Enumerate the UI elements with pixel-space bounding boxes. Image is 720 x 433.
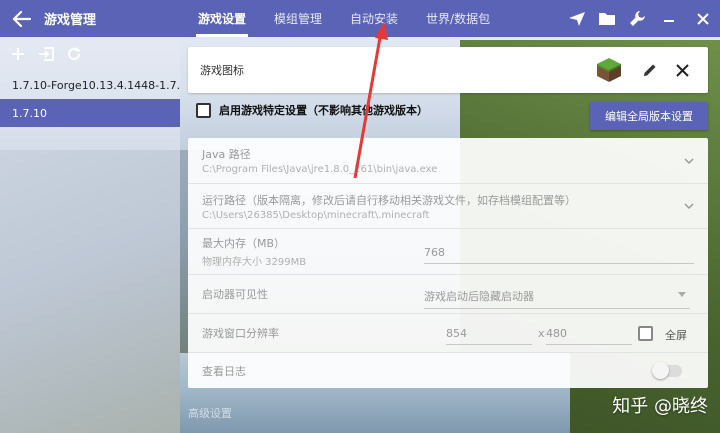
launch-button[interactable] (562, 0, 592, 37)
send-icon (569, 11, 585, 26)
open-folder-button[interactable] (592, 0, 622, 37)
max-memory-label: 最大内存（MB） (202, 237, 286, 250)
watermark: 知乎 @晓终 (612, 396, 708, 417)
run-directory-value: C:\Users\26385\Desktop\minecraft\.minecr… (202, 209, 430, 221)
sidebar-toolbar (0, 37, 180, 71)
edit-global-settings-button[interactable]: 编辑全局版本设置 (590, 102, 708, 130)
minimize-icon (664, 19, 674, 22)
grass-block-icon[interactable] (596, 57, 622, 83)
dropdown-arrow-icon (678, 292, 686, 297)
run-directory-row[interactable]: 运行路径（版本隔离，修改后请自行移动相关游戏文件，如存档模组配置等） C:\Us… (188, 184, 708, 229)
close-window-button[interactable] (686, 0, 720, 37)
run-directory-label: 运行路径（版本隔离，修改后请自行移动相关游戏文件，如存档模组配置等） (202, 193, 576, 207)
refresh-button[interactable] (62, 42, 86, 66)
max-memory-input[interactable]: 768 (424, 246, 694, 264)
chevron-down-icon (684, 203, 694, 210)
resolution-separator: x (538, 327, 545, 340)
resolution-row: 游戏窗口分辨率 854 x 480 全屏 (188, 314, 708, 353)
launcher-visibility-row: 启动器可见性 游戏启动后隐藏启动器 (188, 275, 708, 314)
java-path-label: Java 路径 (202, 148, 251, 161)
fullscreen-label: 全屏 (665, 329, 687, 342)
import-icon (39, 47, 54, 61)
resolution-width-input[interactable]: 854 (446, 327, 532, 345)
launcher-visibility-select[interactable]: 游戏启动后隐藏启动器 (424, 288, 690, 309)
sidebar-item-forge-version[interactable]: 1.7.10-Forge10.13.4.1448-1.7.10 (0, 71, 180, 99)
folder-icon (599, 13, 615, 25)
settings-panel: Java 路径 C:\Program Files\Java\jre1.8.0_2… (188, 138, 708, 388)
launcher-visibility-label: 启动器可见性 (202, 288, 268, 301)
resolution-label: 游戏窗口分辨率 (202, 327, 279, 340)
game-icon-label: 游戏图标 (200, 64, 244, 77)
close-icon (675, 63, 689, 77)
java-path-row[interactable]: Java 路径 C:\Program Files\Java\jre1.8.0_2… (188, 138, 708, 184)
app-title: 游戏管理 (44, 13, 97, 28)
add-version-button[interactable] (6, 42, 30, 66)
title-bar: 游戏管理 游戏设置 模组管理 自动安装 世界/数据包 (0, 0, 720, 37)
chevron-down-icon (684, 157, 694, 164)
tab-bar: 游戏设置 模组管理 自动安装 世界/数据包 (184, 0, 504, 37)
back-button[interactable] (0, 0, 44, 37)
minimize-button[interactable] (652, 0, 686, 37)
remove-icon-button[interactable] (668, 56, 696, 84)
version-sidebar: 1.7.10-Forge10.13.4.1448-1.7.10 1.7.10 (0, 37, 180, 433)
import-button[interactable] (34, 42, 58, 66)
specific-settings-toggle[interactable]: 启用游戏特定设置（不影响其他游戏版本） (196, 102, 428, 118)
physical-memory-text: 物理内存大小 3299MB (202, 257, 307, 268)
pencil-icon (644, 64, 656, 76)
view-log-toggle[interactable] (652, 361, 682, 379)
tab-game-settings[interactable]: 游戏设置 (184, 0, 260, 37)
wrench-icon (629, 11, 645, 26)
sidebar-item-1-7-10[interactable]: 1.7.10 (0, 99, 180, 127)
tab-mod-management[interactable]: 模组管理 (260, 0, 336, 37)
fullscreen-checkbox[interactable] (638, 326, 653, 341)
manage-button[interactable] (622, 0, 652, 37)
resolution-height-input[interactable]: 480 (546, 327, 632, 345)
tab-auto-install[interactable]: 自动安装 (336, 0, 412, 37)
specific-settings-checkbox[interactable] (196, 102, 211, 118)
arrow-left-icon (13, 10, 31, 27)
max-memory-row: 最大内存（MB） 物理内存大小 3299MB 768 (188, 229, 708, 275)
view-log-label: 查看日志 (202, 364, 246, 378)
edit-icon-button[interactable] (636, 56, 664, 84)
advanced-settings-label[interactable]: 高级设置 (188, 405, 232, 421)
refresh-icon (68, 47, 80, 60)
tab-worlds-datapacks[interactable]: 世界/数据包 (412, 0, 504, 37)
view-log-row: 查看日志 (188, 353, 708, 388)
java-path-value: C:\Program Files\Java\jre1.8.0_261\bin\j… (202, 164, 438, 175)
game-icon-card: 游戏图标 (188, 47, 708, 93)
specific-settings-label: 启用游戏特定设置（不影响其他游戏版本） (219, 104, 428, 117)
plus-icon (12, 48, 24, 60)
close-icon (697, 12, 709, 25)
